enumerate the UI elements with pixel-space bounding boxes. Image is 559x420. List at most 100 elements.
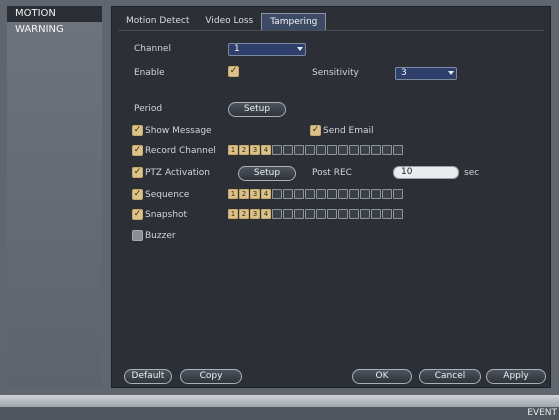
channel-box[interactable] [338, 189, 348, 199]
channel-box[interactable] [305, 189, 315, 199]
channel-box[interactable] [393, 189, 403, 199]
channel-label: Channel [134, 44, 171, 54]
buzzer-checkbox[interactable] [132, 230, 143, 241]
channel-box[interactable] [360, 189, 370, 199]
channel-box[interactable] [305, 209, 315, 219]
check-icon: ✓ [133, 209, 142, 219]
show-message-label: Show Message [145, 126, 212, 136]
channel-box[interactable] [349, 145, 359, 155]
channel-box[interactable]: 1 [228, 145, 238, 155]
channel-box[interactable] [371, 209, 381, 219]
channel-box[interactable] [371, 145, 381, 155]
enable-checkbox[interactable]: ✓ [228, 66, 239, 77]
tab-motion-detect[interactable]: Motion Detect [118, 13, 197, 30]
chevron-down-icon [448, 71, 454, 75]
tab-video-loss[interactable]: Video Loss [197, 13, 261, 30]
ptz-activation-checkbox[interactable]: ✓ [132, 167, 143, 178]
post-rec-unit: sec [464, 168, 480, 178]
default-button[interactable]: Default [124, 369, 172, 384]
sensitivity-label: Sensitivity [312, 68, 359, 78]
sequence-checkbox[interactable]: ✓ [132, 189, 143, 200]
sequence-channel-grid: 1234 [228, 189, 403, 199]
channel-box[interactable]: 4 [261, 145, 271, 155]
channel-box[interactable] [360, 145, 370, 155]
snapshot-channel-grid: 1234 [228, 209, 403, 219]
channel-box[interactable]: 1 [228, 209, 238, 219]
channel-box[interactable] [272, 209, 282, 219]
channel-box[interactable] [393, 209, 403, 219]
show-message-checkbox[interactable]: ✓ [132, 125, 143, 136]
channel-box[interactable] [283, 209, 293, 219]
channel-box[interactable] [272, 189, 282, 199]
check-icon: ✓ [229, 66, 238, 76]
channel-box[interactable] [393, 145, 403, 155]
channel-box[interactable]: 2 [239, 145, 249, 155]
channel-box[interactable] [371, 189, 381, 199]
channel-box[interactable] [316, 189, 326, 199]
channel-box[interactable] [349, 209, 359, 219]
channel-box[interactable] [316, 209, 326, 219]
sidebar-item-motion[interactable]: MOTION [7, 6, 102, 22]
sidebar: MOTION WARNING [7, 6, 102, 388]
snapshot-checkbox[interactable]: ✓ [132, 209, 143, 220]
chevron-down-icon [297, 47, 303, 51]
channel-box[interactable]: 2 [239, 209, 249, 219]
channel-box[interactable]: 4 [261, 189, 271, 199]
copy-button[interactable]: Copy [180, 369, 242, 384]
channel-box[interactable] [338, 145, 348, 155]
channel-box[interactable] [316, 145, 326, 155]
channel-box[interactable] [360, 209, 370, 219]
channel-box[interactable] [382, 209, 392, 219]
footer [0, 407, 559, 420]
apply-button[interactable]: Apply [486, 369, 546, 384]
record-channel-checkbox[interactable]: ✓ [132, 145, 143, 156]
tampering-panel: Motion Detect Video Loss Tampering Chann… [111, 6, 551, 388]
tab-tampering[interactable]: Tampering [261, 13, 327, 30]
channel-box[interactable] [382, 145, 392, 155]
ok-button[interactable]: OK [352, 369, 412, 384]
send-email-checkbox[interactable]: ✓ [310, 125, 321, 136]
tab-divider [118, 30, 544, 31]
channel-box[interactable]: 1 [228, 189, 238, 199]
channel-box[interactable]: 3 [250, 145, 260, 155]
sidebar-item-warning[interactable]: WARNING [7, 22, 102, 38]
check-icon: ✓ [133, 145, 142, 155]
cancel-button[interactable]: Cancel [419, 369, 481, 384]
period-setup-button[interactable]: Setup [228, 102, 286, 117]
channel-box[interactable] [382, 189, 392, 199]
channel-box[interactable] [349, 189, 359, 199]
channel-box[interactable] [283, 145, 293, 155]
record-channel-grid: 1234 [228, 145, 403, 155]
channel-box[interactable] [305, 145, 315, 155]
channel-box[interactable] [327, 145, 337, 155]
send-email-label: Send Email [323, 126, 374, 136]
sensitivity-value: 3 [401, 68, 407, 78]
check-icon: ✓ [311, 125, 320, 135]
check-icon: ✓ [133, 189, 142, 199]
channel-box[interactable] [338, 209, 348, 219]
channel-box[interactable]: 2 [239, 189, 249, 199]
tab-bar: Motion Detect Video Loss Tampering [118, 13, 327, 30]
channel-box[interactable]: 3 [250, 209, 260, 219]
channel-select[interactable]: 1 [228, 43, 306, 56]
sensitivity-select[interactable]: 3 [395, 67, 457, 80]
channel-value: 1 [234, 44, 240, 54]
channel-box[interactable] [294, 209, 304, 219]
snapshot-label: Snapshot [145, 210, 188, 220]
record-channel-label: Record Channel [145, 146, 216, 156]
period-label: Period [134, 104, 163, 114]
channel-box[interactable]: 3 [250, 189, 260, 199]
channel-box[interactable]: 4 [261, 209, 271, 219]
ptz-activation-label: PTZ Activation [145, 168, 211, 178]
status-bar [0, 395, 559, 407]
channel-box[interactable] [294, 145, 304, 155]
ptz-setup-button[interactable]: Setup [238, 166, 296, 181]
post-rec-input[interactable]: 10 [393, 166, 459, 179]
channel-box[interactable] [327, 209, 337, 219]
enable-label: Enable [134, 68, 165, 78]
check-icon: ✓ [133, 167, 142, 177]
channel-box[interactable] [327, 189, 337, 199]
channel-box[interactable] [283, 189, 293, 199]
channel-box[interactable] [272, 145, 282, 155]
channel-box[interactable] [294, 189, 304, 199]
